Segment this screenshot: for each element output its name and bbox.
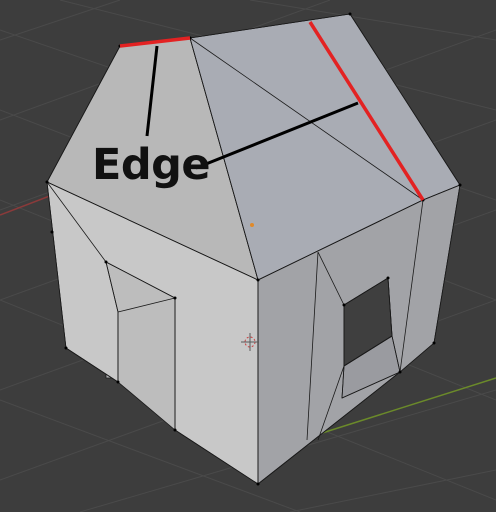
3d-viewport[interactable]: Edge <box>0 0 496 512</box>
edge-annotation-label: Edge <box>92 140 211 190</box>
house-mesh[interactable] <box>46 13 461 485</box>
origin-dot-icon[interactable] <box>250 223 254 227</box>
viewport-scene[interactable] <box>0 0 496 512</box>
